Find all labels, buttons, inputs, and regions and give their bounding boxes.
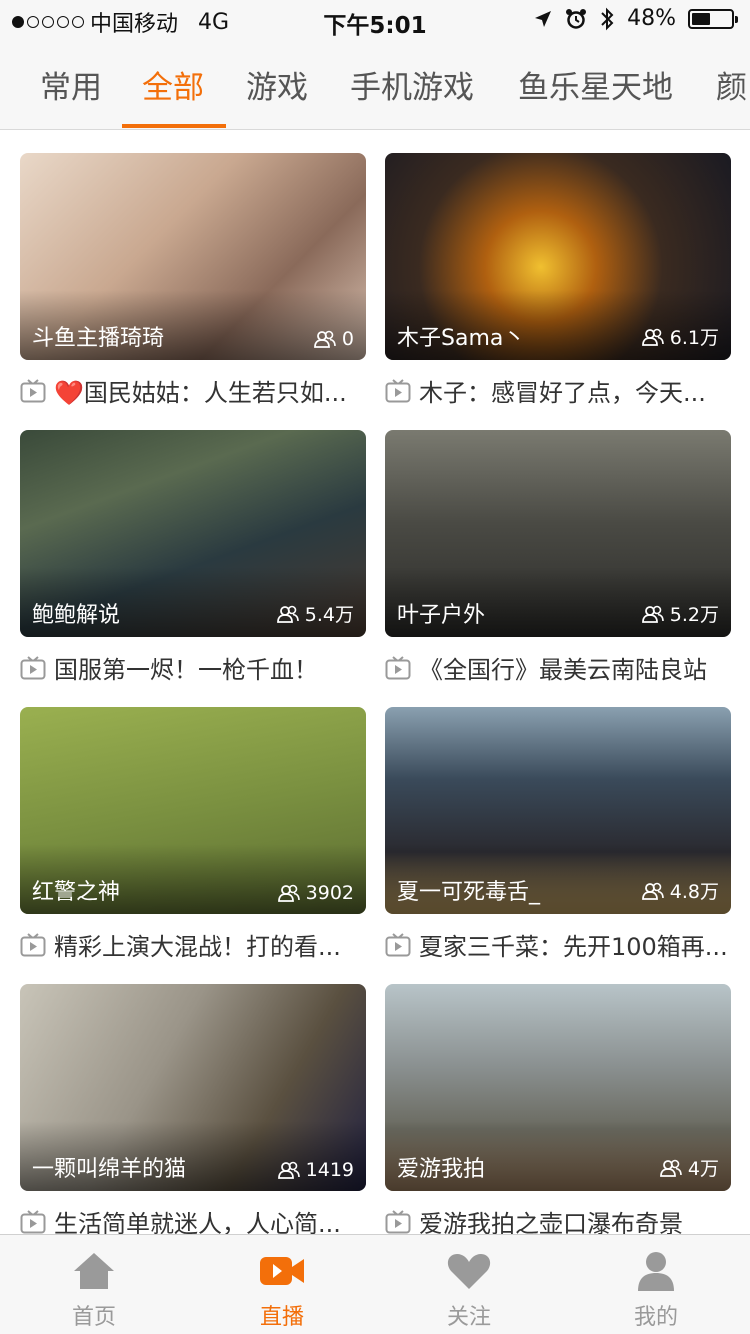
viewer-count-value: 6.1万: [669, 327, 719, 349]
battery-icon: [688, 8, 738, 29]
stream-thumbnail[interactable]: 爱游我拍 4万: [385, 984, 731, 1191]
viewer-count-value: 3902: [305, 882, 354, 904]
viewers-icon: [314, 330, 336, 348]
video-play-icon: [385, 655, 411, 679]
nav-live[interactable]: 直播: [222, 1247, 342, 1331]
viewer-count: 3902: [277, 882, 354, 904]
viewers-icon: [641, 882, 664, 900]
viewers-icon: [641, 605, 664, 623]
anchor-name: 鲍鲍解说: [32, 603, 121, 628]
stream-thumbnail[interactable]: 木子Sama丶 6.1万: [385, 153, 731, 360]
stream-title: 精彩上演大混战！打的看...: [54, 933, 341, 961]
viewers-icon: [660, 1159, 682, 1177]
user-icon: [638, 1252, 674, 1291]
tab-yule-xingtiandi[interactable]: 鱼乐星天地: [518, 62, 673, 107]
viewer-count-value: 4.8万: [669, 881, 719, 903]
stream-title-row[interactable]: 夏家三千菜：先开100箱再...: [385, 927, 731, 962]
tab-mobile-games[interactable]: 手机游戏: [350, 62, 474, 107]
video-play-icon: [20, 1209, 46, 1233]
video-play-icon: [20, 655, 46, 679]
anchor-name: 斗鱼主播琦琦: [32, 326, 165, 351]
stream-title-row[interactable]: 精彩上演大混战！打的看...: [20, 927, 366, 962]
viewer-count-value: 5.2万: [669, 604, 719, 626]
viewer-count: 5.4万: [276, 600, 354, 627]
live-camera-icon: [260, 1257, 304, 1285]
anchor-name: 叶子户外: [397, 603, 486, 628]
nav-home-label: 首页: [71, 1305, 116, 1330]
stream-title-row[interactable]: 《全国行》最美云南陆良站: [385, 650, 731, 685]
video-play-icon: [385, 932, 411, 956]
tab-frequent[interactable]: 常用: [40, 62, 102, 107]
tab-games[interactable]: 游戏: [246, 62, 308, 107]
stream-thumbnail[interactable]: 鲍鲍解说 5.4万: [20, 430, 366, 637]
viewer-count: 4.8万: [641, 877, 719, 904]
nav-mine[interactable]: 我的: [596, 1247, 716, 1331]
nav-follow-label: 关注: [446, 1305, 491, 1330]
anchor-name: 一颗叫绵羊的猫: [32, 1157, 187, 1182]
viewers-icon: [276, 605, 299, 623]
stream-title: 夏家三千菜：先开100箱再...: [419, 933, 728, 961]
viewer-count: 6.1万: [641, 323, 719, 350]
stream-title: 《全国行》最美云南陆良站: [419, 656, 707, 684]
anchor-name: 夏一可死毒舌_: [397, 880, 541, 905]
video-play-icon: [385, 378, 411, 402]
stream-title: 国服第一烬！一枪千血！: [54, 656, 318, 684]
viewer-count: 0: [313, 328, 354, 350]
viewers-icon: [641, 328, 664, 346]
anchor-name: 爱游我拍: [397, 1157, 486, 1182]
stream-thumbnail[interactable]: 夏一可死毒舌_ 4.8万: [385, 707, 731, 914]
viewer-count-value: 4万: [687, 1158, 719, 1180]
viewer-count-value: 0: [341, 328, 354, 350]
nav-mine-label: 我的: [633, 1305, 678, 1330]
tab-yanzhi[interactable]: 颜: [716, 62, 747, 107]
video-play-icon: [385, 1209, 411, 1233]
stream-title-row[interactable]: 国服第一烬！一枪千血！: [20, 650, 366, 685]
home-icon: [74, 1253, 114, 1289]
active-tab-indicator: [122, 124, 226, 128]
stream-thumbnail[interactable]: 叶子户外 5.2万: [385, 430, 731, 637]
stream-title-row[interactable]: 木子：感冒好了点，今天...: [385, 373, 731, 408]
viewer-count-value: 1419: [305, 1159, 354, 1181]
stream-title: ❤️国民姑姑：人生若只如...: [54, 379, 347, 407]
anchor-name: 木子Sama丶: [397, 326, 526, 351]
stream-title-row[interactable]: ❤️国民姑姑：人生若只如...: [20, 373, 366, 408]
stream-thumbnail[interactable]: 一颗叫绵羊的猫 1419: [20, 984, 366, 1191]
location-arrow-icon: [535, 10, 552, 27]
heart-icon: [447, 1254, 491, 1289]
nav-follow[interactable]: 关注: [409, 1247, 529, 1331]
category-tabs: 常用 全部 游戏 手机游戏 鱼乐星天地 颜: [0, 40, 750, 130]
stream-thumbnail[interactable]: 红警之神 3902: [20, 707, 366, 914]
viewers-icon: [277, 884, 300, 902]
viewer-count: 4万: [659, 1154, 719, 1181]
nav-live-label: 直播: [259, 1305, 304, 1330]
alarm-clock-icon: [566, 8, 587, 29]
bottom-nav: 首页 直播 关注 我的: [0, 1234, 750, 1334]
stream-title: 木子：感冒好了点，今天...: [419, 379, 706, 407]
status-bar: 中国移动 4G 下午5:01 48%: [0, 0, 750, 40]
viewer-count-value: 5.4万: [304, 604, 354, 626]
video-play-icon: [20, 932, 46, 956]
tab-all[interactable]: 全部: [142, 62, 204, 107]
viewer-count: 5.2万: [641, 600, 719, 627]
viewers-icon: [277, 1161, 300, 1179]
nav-home[interactable]: 首页: [34, 1247, 154, 1331]
bluetooth-icon: [601, 7, 614, 30]
viewer-count: 1419: [277, 1159, 354, 1181]
battery-percent: 48%: [627, 6, 676, 31]
status-indicators: 48%: [533, 6, 738, 31]
anchor-name: 红警之神: [32, 880, 121, 905]
video-play-icon: [20, 378, 46, 402]
stream-thumbnail[interactable]: 斗鱼主播琦琦 0: [20, 153, 366, 360]
